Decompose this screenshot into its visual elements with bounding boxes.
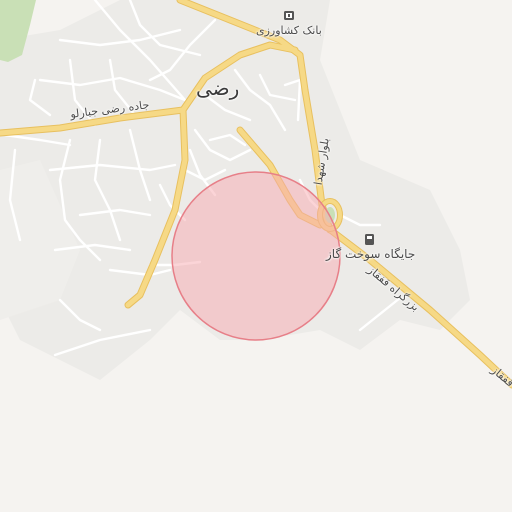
fuel-pump-icon <box>365 234 374 245</box>
map-canvas <box>0 0 512 389</box>
town-label: رضی <box>196 76 240 100</box>
map-view[interactable]: رضی بانک کشاورزی جایگاه سوخت گاز جاده رض… <box>0 0 512 512</box>
gas-station-label: جایگاه سوخت گاز <box>326 247 416 261</box>
search-radius-circle <box>171 171 341 341</box>
bank-label: بانک کشاورزی <box>256 24 322 37</box>
bank-icon <box>284 11 294 20</box>
